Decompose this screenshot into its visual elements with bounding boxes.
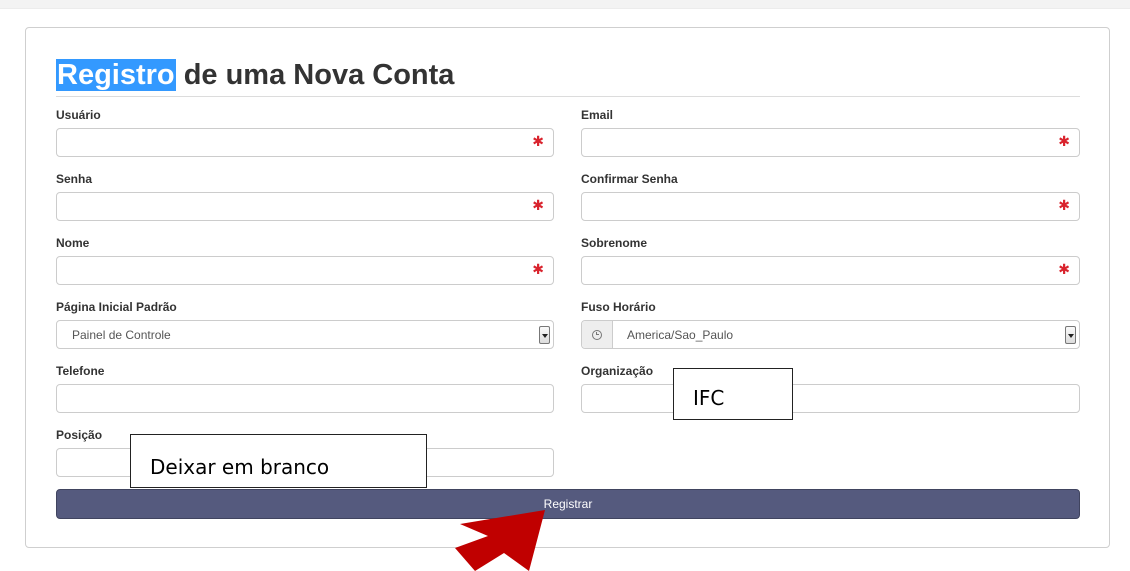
page-title-rest: de uma Nova Conta [175, 59, 455, 91]
required-icon: ✱ [532, 134, 544, 150]
required-icon: ✱ [532, 262, 544, 278]
fuso-horario-select[interactable]: America/Sao_Paulo [581, 320, 1080, 349]
chevron-down-icon[interactable] [539, 326, 550, 344]
organizacao-label: Organização [581, 364, 654, 378]
registrar-button[interactable]: Registrar [56, 489, 1080, 519]
fuso-horario-value: America/Sao_Paulo [627, 328, 734, 342]
chevron-down-icon[interactable] [1065, 326, 1076, 344]
required-icon: ✱ [1058, 134, 1070, 150]
pagina-inicial-value: Painel de Controle [72, 328, 171, 342]
page-title-highlight: Registro [56, 59, 176, 91]
clock-icon [592, 330, 602, 340]
nome-input[interactable]: ✱ [56, 256, 554, 285]
usuario-label: Usuário [56, 108, 101, 122]
usuario-input[interactable]: ✱ [56, 128, 554, 157]
telefone-input[interactable] [56, 384, 554, 413]
pagina-inicial-label: Página Inicial Padrão [56, 300, 177, 314]
required-icon: ✱ [1058, 198, 1070, 214]
fuso-horario-label: Fuso Horário [581, 300, 656, 314]
nome-label: Nome [56, 236, 90, 250]
senha-input[interactable]: ✱ [56, 192, 554, 221]
required-icon: ✱ [1058, 262, 1070, 278]
confirmar-senha-label: Confirmar Senha [581, 172, 678, 186]
page-title: Registro de uma Nova Conta [56, 56, 454, 94]
sobrenome-input[interactable]: ✱ [581, 256, 1080, 285]
required-icon: ✱ [532, 198, 544, 214]
organizacao-input[interactable] [581, 384, 1080, 413]
sobrenome-label: Sobrenome [581, 236, 648, 250]
top-bar [0, 0, 1130, 9]
telefone-label: Telefone [56, 364, 105, 378]
senha-label: Senha [56, 172, 93, 186]
arrow-shape [455, 510, 545, 571]
pointer-arrow-icon [455, 510, 545, 571]
organizacao-callout: IFC [673, 368, 793, 420]
email-input[interactable]: ✱ [581, 128, 1080, 157]
email-label: Email [581, 108, 614, 122]
fuso-horario-addon [582, 321, 613, 348]
posicao-callout: Deixar em branco [130, 434, 427, 488]
confirmar-senha-input[interactable]: ✱ [581, 192, 1080, 221]
pagina-inicial-select[interactable]: Painel de Controle [56, 320, 554, 349]
title-divider [56, 96, 1080, 97]
posicao-label: Posição [56, 428, 103, 442]
